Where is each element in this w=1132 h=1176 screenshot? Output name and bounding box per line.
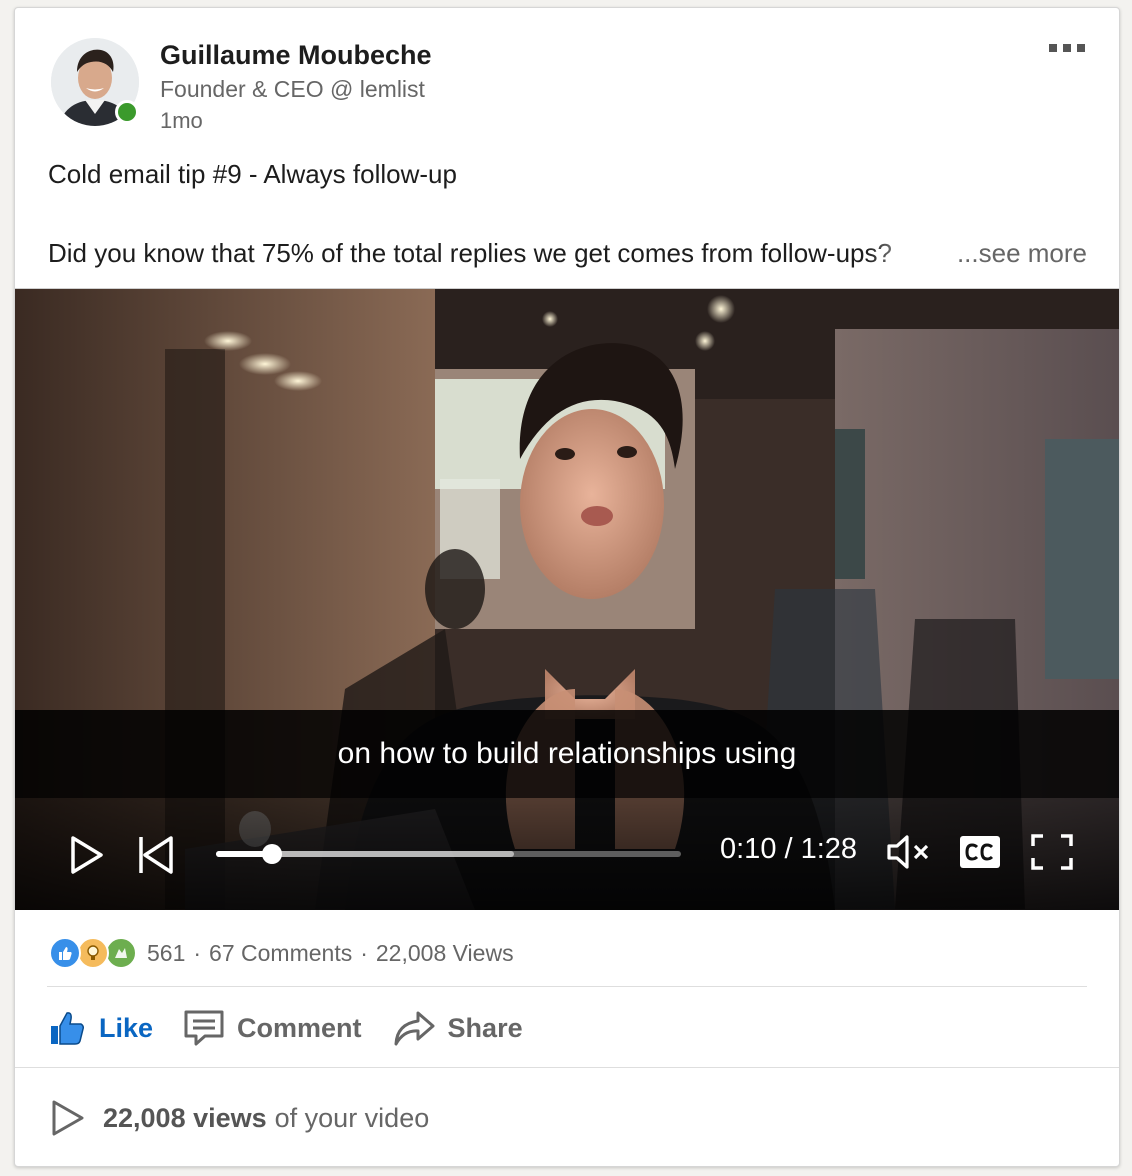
post-text-line-2: Did you know that 75% of the total repli…: [48, 238, 892, 268]
play-icon: [71, 836, 103, 874]
closed-caption-text: on how to build relationships using: [337, 737, 797, 770]
insightful-reaction-icon: [77, 937, 109, 969]
closed-caption-band: on how to build relationships using: [15, 710, 1119, 798]
online-status-badge: [115, 100, 139, 124]
mute-button[interactable]: [886, 832, 932, 877]
video-views-summary[interactable]: 22,008 views of your video: [51, 1099, 429, 1137]
footer-divider: [15, 1067, 1119, 1068]
actions-divider: [47, 986, 1087, 987]
post-timestamp: 1mo: [160, 108, 203, 133]
play-outline-icon: [52, 1100, 84, 1136]
fullscreen-icon: [1031, 834, 1073, 870]
post-text-line-1: Cold email tip #9 - Always follow-up: [48, 159, 457, 189]
feed-post-card: Guillaume Moubeche Founder & CEO @ lemli…: [14, 7, 1120, 1167]
share-button[interactable]: Share: [392, 1008, 523, 1048]
closed-captions-icon: [960, 836, 1000, 868]
video-controls: 0:10 / 1:28: [15, 798, 1119, 910]
views-count: 22,008 Views: [375, 939, 514, 966]
reaction-count[interactable]: 561: [147, 940, 185, 967]
video-player[interactable]: on how to build relationships using 0:10…: [15, 288, 1119, 910]
more-options-button[interactable]: [1045, 38, 1089, 58]
share-label: Share: [447, 1012, 523, 1043]
celebrate-reaction-icon: [105, 937, 137, 969]
more-dot-icon: [1077, 44, 1085, 52]
views-suffix: of your video: [274, 1102, 430, 1133]
more-dot-icon: [1063, 44, 1071, 52]
video-timecode: 0:10 / 1:28: [720, 833, 858, 865]
separator-dot: ·: [193, 939, 202, 966]
comment-button[interactable]: Comment: [183, 1008, 362, 1048]
social-counts[interactable]: 561 · 67 Comments · 22,008 Views: [49, 937, 514, 969]
video-progress-bar[interactable]: [216, 844, 681, 864]
comments-count[interactable]: 67 Comments: [209, 940, 352, 967]
comment-icon: [184, 1010, 224, 1046]
post-header: Guillaume Moubeche Founder & CEO @ lemli…: [15, 8, 1119, 148]
separator-dot: ·: [360, 939, 368, 966]
comment-label: Comment: [237, 1012, 362, 1043]
closed-captions-button[interactable]: [959, 835, 1001, 874]
like-button[interactable]: Like: [47, 1008, 153, 1048]
skip-back-icon: [139, 836, 173, 874]
progress-scrubber-handle[interactable]: [261, 844, 282, 864]
skip-back-button[interactable]: [137, 835, 175, 880]
like-reaction-icon: [49, 937, 81, 969]
volume-muted-icon: [887, 835, 929, 869]
like-label: Like: [99, 1012, 154, 1043]
play-button[interactable]: [69, 835, 105, 880]
author-headline: Founder & CEO @ lemlist: [160, 76, 425, 102]
fullscreen-button[interactable]: [1031, 834, 1073, 875]
views-count-bold: 22,008 views: [103, 1102, 267, 1133]
more-dot-icon: [1049, 44, 1057, 52]
author-name[interactable]: Guillaume Moubeche: [160, 40, 432, 71]
post-actions-bar: Like Comment Share: [47, 1003, 553, 1053]
share-icon: [394, 1011, 435, 1046]
thumbs-up-icon: [51, 1012, 84, 1045]
see-more-link[interactable]: ...see more: [957, 238, 1087, 269]
